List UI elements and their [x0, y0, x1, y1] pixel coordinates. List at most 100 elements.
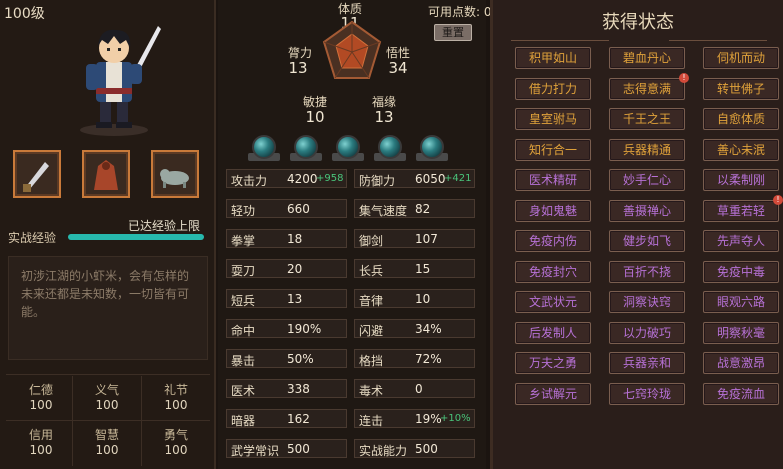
gem-slot-3[interactable] — [336, 135, 360, 159]
exp-label: 实战经验 — [8, 231, 57, 245]
status-tag[interactable]: 千王之王 — [609, 108, 685, 130]
status-tag[interactable]: 伺机而动 — [703, 47, 779, 69]
stat-bonus: +10% — [440, 413, 471, 424]
status-tag[interactable]: 免疫封穴 — [515, 260, 591, 283]
reset-button[interactable]: 重置 — [434, 24, 472, 41]
stat-value: 162 — [287, 412, 310, 426]
status-tag[interactable]: 草重若轻 — [703, 199, 779, 222]
status-tag[interactable]: 文武状元 — [515, 291, 591, 313]
gem-slot-5[interactable] — [420, 135, 444, 159]
equipment-slot-armor[interactable] — [82, 150, 130, 198]
status-tag[interactable]: 兵器精通 — [609, 138, 685, 161]
stat-row: 御剑 107 — [354, 229, 475, 248]
stat-name: 命中 — [231, 324, 256, 338]
stat-name: 毒术 — [359, 384, 384, 398]
stat-value: 13 — [287, 292, 303, 306]
status-tag[interactable]: 碧血丹心 — [609, 47, 685, 69]
status-tag[interactable]: 医术精研 — [515, 169, 591, 191]
status-tag[interactable]: 后发制人 — [515, 321, 591, 344]
stat-value: 4200 — [287, 172, 318, 186]
virtue-yiqi: 义气 100 — [94, 383, 119, 412]
stat-value: 500 — [287, 442, 310, 456]
status-tag[interactable]: 兵器亲和 — [609, 352, 685, 374]
stat-row: 暗器 162 — [226, 409, 347, 428]
stat-value: 660 — [287, 202, 310, 216]
stat-name: 实战能力 — [359, 444, 408, 458]
stat-name: 短兵 — [231, 294, 256, 308]
stat-row: 毒术 0 — [354, 379, 475, 398]
status-tag[interactable]: 百折不挠 — [609, 260, 685, 283]
stat-value: 18 — [287, 232, 303, 246]
virtue-lijie: 礼节 100 — [163, 383, 188, 412]
status-tag[interactable]: 眼观六路 — [703, 291, 779, 313]
stat-row: 轻功 660 — [226, 199, 347, 218]
gem-slot-4[interactable] — [378, 135, 402, 159]
status-tag[interactable]: 积甲如山 — [515, 47, 591, 69]
stat-row: 实战能力 500 — [354, 439, 475, 458]
stat-value: 50% — [287, 352, 314, 366]
exp-bar-fill — [68, 234, 204, 240]
stat-value: 500 — [415, 442, 438, 456]
stat-row: 防御力 6050 +421 — [354, 169, 475, 188]
virtue-renede: 仁德 100 — [28, 383, 53, 412]
stat-name: 暴击 — [231, 354, 256, 368]
stat-value: 15 — [415, 262, 431, 276]
status-tag[interactable]: 以力破巧 — [609, 321, 685, 344]
status-tag[interactable]: 志得意满 — [609, 77, 685, 100]
status-tag[interactable]: 战意激昂 — [703, 352, 779, 374]
stat-name: 攻击力 — [231, 174, 268, 188]
equipment-slot-pet[interactable] — [151, 150, 199, 198]
stat-name: 音律 — [359, 294, 384, 308]
new-badge-icon: ! — [773, 194, 783, 205]
status-tag[interactable]: 洞察诀窍 — [609, 291, 685, 313]
gem-slot-2[interactable] — [294, 135, 318, 159]
status-tag[interactable]: 善摄禅心 — [609, 199, 685, 222]
stat-value: 19% — [415, 412, 442, 426]
status-tag[interactable]: 借力打力 — [515, 77, 591, 100]
stat-value: 34% — [415, 322, 442, 336]
stat-value: 82 — [415, 202, 431, 216]
attr-minjie-value: 10 — [305, 108, 325, 126]
stat-value: 0 — [415, 382, 423, 396]
status-tag[interactable]: 免疫流血 — [703, 382, 779, 405]
status-tag[interactable]: 先声夺人 — [703, 230, 779, 252]
status-tag[interactable]: 身如鬼魅 — [515, 199, 591, 222]
equipment-slot-weapon[interactable] — [13, 150, 61, 198]
status-tag[interactable]: 乡试解元 — [515, 382, 591, 405]
attr-wuxing-value: 34 — [388, 59, 408, 77]
stats-panel: 可用点数: 0 体质 11 膂力 13 悟性 34 敏捷 10 福缘 13 重置… — [218, 0, 492, 469]
status-title: 获得状态 — [602, 12, 674, 33]
stat-name: 格挡 — [359, 354, 384, 368]
status-tag[interactable]: 善心未泯 — [703, 138, 779, 161]
character-bio: 初涉江湖的小虾米，会有怎样的未来还都是未知数，一切皆有可能。 — [8, 256, 208, 360]
stat-name: 长兵 — [359, 264, 384, 278]
stat-row: 长兵 15 — [354, 259, 475, 278]
stat-name: 拳掌 — [231, 234, 256, 248]
stat-name: 连击 — [359, 414, 384, 428]
status-tag[interactable]: 万夫之勇 — [515, 352, 591, 374]
status-tag[interactable]: 以柔制刚 — [703, 169, 779, 191]
stat-row: 闪避 34% — [354, 319, 475, 338]
stat-row: 武学常识 500 — [226, 439, 347, 458]
status-tag[interactable]: 转世佛子 — [703, 77, 779, 100]
gem-slot-1[interactable] — [252, 135, 276, 159]
status-tag[interactable]: 健步如飞 — [609, 230, 685, 252]
character-level: 100级 — [4, 6, 45, 22]
stat-row: 短兵 13 — [226, 289, 347, 308]
status-tag[interactable]: 知行合一 — [515, 138, 591, 161]
stat-row: 格挡 72% — [354, 349, 475, 368]
status-tag[interactable]: 妙手仁心 — [609, 169, 685, 191]
status-tag[interactable]: 明察秋毫 — [703, 321, 779, 344]
stat-value: 20 — [287, 262, 303, 276]
status-tag[interactable]: 自愈体质 — [703, 108, 779, 130]
status-tag[interactable]: 七窍玲珑 — [609, 382, 685, 405]
stat-value: 6050 — [415, 172, 446, 186]
stat-name: 防御力 — [359, 174, 396, 188]
status-tag[interactable]: 皇室驸马 — [515, 108, 591, 130]
status-tag[interactable]: 免疫内伤 — [515, 230, 591, 252]
status-tag[interactable]: 免疫中毒 — [703, 260, 779, 283]
stat-row: 集气速度 82 — [354, 199, 475, 218]
exp-bar — [68, 234, 204, 240]
cloak-icon — [94, 160, 118, 190]
available-points: 可用点数: 0 — [428, 5, 492, 19]
